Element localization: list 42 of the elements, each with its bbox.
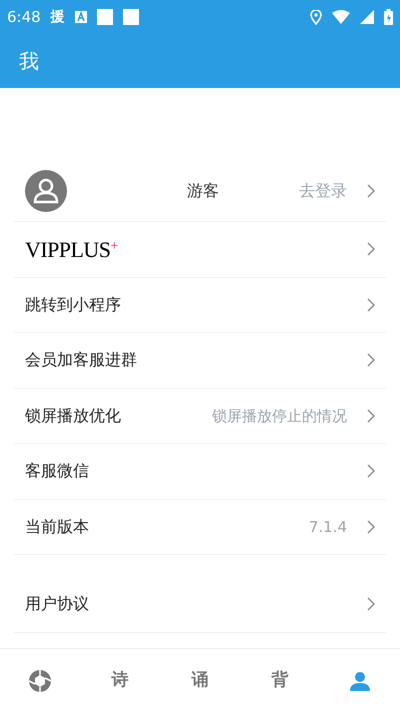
menu-label: 客服微信 [25, 460, 89, 482]
wifi-icon [332, 10, 350, 24]
chevron-icon [367, 464, 375, 478]
header-title: 我 [19, 48, 39, 75]
status-time: 6:48 [7, 6, 41, 28]
tab[interactable]: 背 [268, 668, 292, 694]
chevron-icon [367, 408, 375, 423]
menu-label: 当前版本 [25, 516, 89, 538]
menu-label: 锁屏播放优化 [25, 404, 121, 427]
menu-value: 锁屏播放停止的情况 [212, 406, 347, 426]
chevron-icon [367, 597, 375, 612]
profile-name: 游客 [187, 180, 219, 202]
chevron-icon [367, 353, 375, 368]
person-icon [350, 670, 370, 690]
menu-label: 跳转到小程序 [25, 294, 121, 316]
tab[interactable]: 诗 [108, 668, 132, 694]
avatar-icon [25, 170, 67, 212]
profile-row[interactable]: 游客 去登录 [14, 160, 386, 222]
aperture-icon [28, 668, 52, 692]
app-icon [74, 11, 87, 23]
vipplus-logo: VIPPLUS$^{+}$ [25, 236, 118, 264]
square-icon [122, 9, 139, 25]
chevron-icon [367, 184, 375, 198]
tab[interactable]: 诵 [188, 668, 212, 694]
menu-label: 会员加客服进群 [25, 349, 137, 372]
notification-text: 援 [50, 8, 65, 26]
menu-row[interactable]: 当前版本 7.1.4 [14, 500, 386, 555]
menu-row[interactable]: 锁屏播放优化 锁屏播放停止的情况 [14, 388, 386, 444]
location-icon [310, 10, 322, 24]
menu-label: 用户协议 [25, 593, 89, 616]
battery-icon [384, 9, 393, 25]
menu-row[interactable]: 用户协议 [14, 577, 386, 632]
chevron-icon [367, 520, 375, 534]
menu-row[interactable]: VIPPLUS$^{+}$ [14, 222, 386, 278]
square-icon [96, 9, 113, 25]
chevron-icon [367, 242, 375, 256]
menu-row[interactable]: 客服微信 [14, 444, 386, 500]
menu-row[interactable]: 跳转到小程序 [14, 278, 386, 333]
menu-value: 7.1.4 [308, 516, 347, 538]
chevron-icon [367, 298, 375, 312]
signal-icon [360, 10, 374, 24]
menu-row[interactable]: 会员加客服进群 [14, 333, 386, 388]
